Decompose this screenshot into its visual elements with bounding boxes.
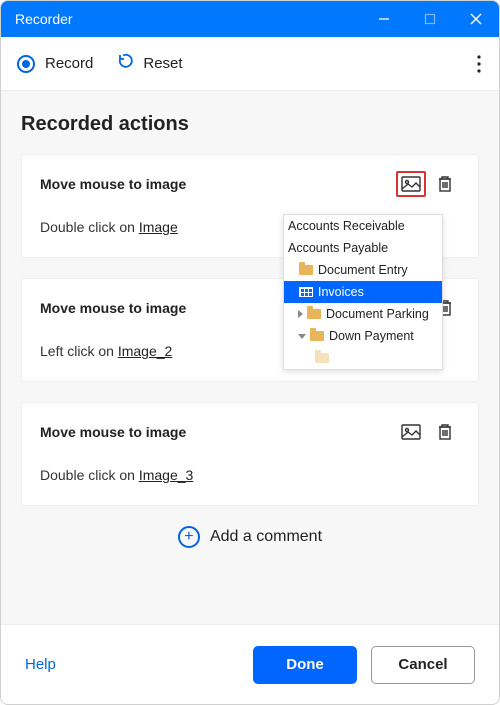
titlebar: Recorder bbox=[1, 1, 499, 37]
reset-button[interactable]: Reset bbox=[143, 55, 182, 72]
more-menu-button[interactable] bbox=[467, 49, 491, 79]
action-subtitle: Double click on Image_3 bbox=[40, 467, 460, 483]
done-button[interactable]: Done bbox=[253, 646, 357, 684]
tree-label: Document Entry bbox=[318, 263, 408, 277]
action-card[interactable]: Move mouse to image bbox=[21, 402, 479, 506]
thumbnail-popup: Accounts Receivable Accounts Payable Doc… bbox=[283, 214, 443, 370]
action-target-link[interactable]: Image_3 bbox=[139, 467, 193, 483]
add-comment-button[interactable]: + Add a comment bbox=[21, 526, 479, 548]
minimize-button[interactable] bbox=[361, 1, 407, 37]
tree-item[interactable]: Accounts Payable bbox=[284, 237, 442, 259]
action-target-link[interactable]: Image bbox=[139, 219, 178, 235]
delete-button[interactable] bbox=[430, 419, 460, 445]
folder-icon bbox=[314, 351, 330, 365]
section-title: Recorded actions bbox=[21, 113, 479, 136]
expand-icon bbox=[298, 310, 303, 318]
footer: Help Done Cancel bbox=[1, 624, 499, 704]
tree-label: Down Payment bbox=[329, 329, 414, 343]
collapse-icon bbox=[298, 334, 306, 339]
tree-label: Document Parking bbox=[326, 307, 429, 321]
close-button[interactable] bbox=[453, 1, 499, 37]
action-sub-prefix: Left click on bbox=[40, 343, 118, 359]
action-title: Move mouse to image bbox=[40, 424, 396, 440]
toolbar: Record Reset bbox=[1, 37, 499, 91]
window-title: Recorder bbox=[15, 11, 73, 27]
tree-item[interactable] bbox=[284, 347, 442, 369]
tree-label: Accounts Receivable bbox=[288, 219, 405, 233]
record-icon bbox=[17, 55, 35, 73]
help-link[interactable]: Help bbox=[25, 656, 56, 673]
action-sub-prefix: Double click on bbox=[40, 219, 139, 235]
reset-icon bbox=[115, 51, 135, 76]
action-target-link[interactable]: Image_2 bbox=[118, 343, 172, 359]
folder-icon bbox=[298, 263, 314, 277]
record-button[interactable]: Record bbox=[45, 55, 93, 72]
plus-icon: + bbox=[178, 526, 200, 548]
thumbnail-button[interactable] bbox=[396, 419, 426, 445]
delete-button[interactable] bbox=[430, 171, 460, 197]
tree-item[interactable]: Document Parking bbox=[284, 303, 442, 325]
tree-item[interactable]: Accounts Receivable bbox=[284, 215, 442, 237]
folder-icon bbox=[306, 307, 322, 321]
action-sub-prefix: Double click on bbox=[40, 467, 139, 483]
tree-item[interactable]: Document Entry bbox=[284, 259, 442, 281]
thumbnail-button[interactable] bbox=[396, 171, 426, 197]
action-title: Move mouse to image bbox=[40, 176, 396, 192]
tree-item-selected[interactable]: Invoices bbox=[284, 281, 442, 303]
tree-item[interactable]: Down Payment bbox=[284, 325, 442, 347]
tree-label: Invoices bbox=[318, 285, 364, 299]
maximize-button[interactable] bbox=[407, 1, 453, 37]
folder-icon bbox=[309, 329, 325, 343]
recorder-window: Recorder Record Reset Recorded actions bbox=[0, 0, 500, 705]
add-comment-label: Add a comment bbox=[210, 528, 322, 546]
content-area: Recorded actions Move mouse to image bbox=[1, 91, 499, 624]
tree-label: Accounts Payable bbox=[288, 241, 388, 255]
action-list: Move mouse to image bbox=[21, 154, 479, 506]
cancel-button[interactable]: Cancel bbox=[371, 646, 475, 684]
grid-icon bbox=[298, 285, 314, 299]
